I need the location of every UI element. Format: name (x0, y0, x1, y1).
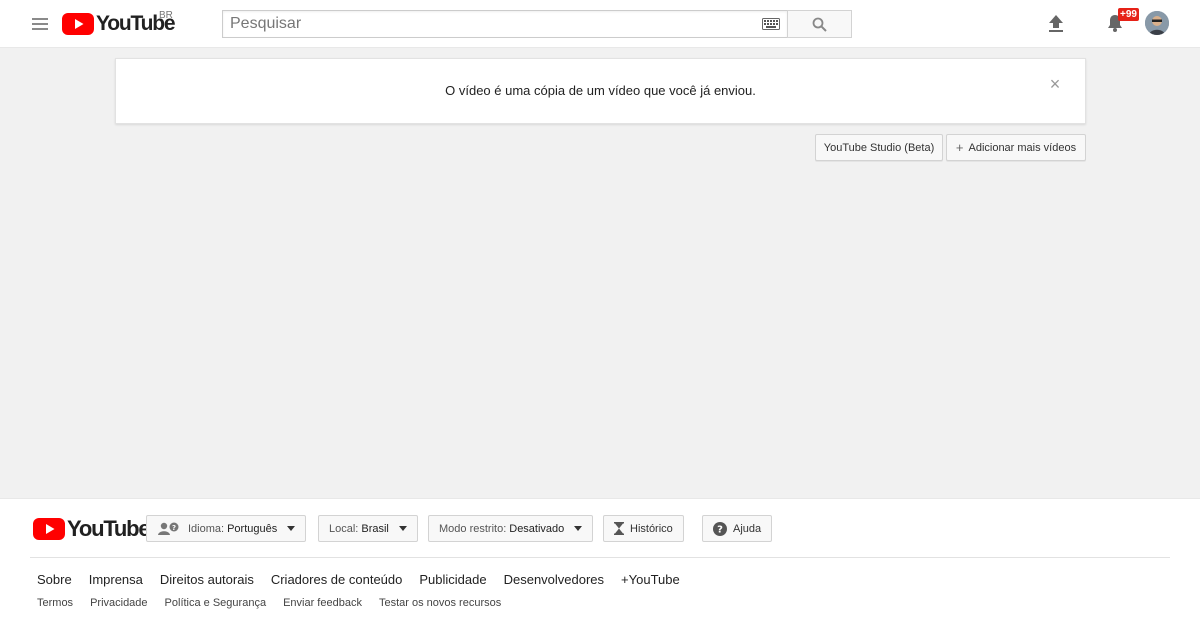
footer-link-copyright[interactable]: Direitos autorais (160, 572, 254, 587)
svg-text:?: ? (717, 524, 723, 535)
footer-link-test-features[interactable]: Testar os novos recursos (379, 597, 501, 609)
footer-link-send-feedback[interactable]: Enviar feedback (283, 597, 362, 609)
search-input[interactable] (223, 11, 753, 37)
footer-link-terms[interactable]: Termos (37, 597, 73, 609)
footer-link-about[interactable]: Sobre (37, 572, 72, 587)
language-icon: ? (158, 522, 179, 535)
alert-message: O vídeo é uma cópia de um vídeo que você… (445, 83, 756, 98)
masthead: YouTube BR +99 (0, 0, 1200, 48)
footer: YouTube ? Idioma: Português Local: Brasi… (0, 498, 1200, 638)
location-label: Local: (329, 522, 359, 535)
hourglass-icon (614, 522, 624, 535)
footer-link-developers[interactable]: Desenvolvedores (504, 572, 604, 587)
footer-link-creators[interactable]: Criadores de conteúdo (271, 572, 403, 587)
footer-primary-links: Sobre Imprensa Direitos autorais Criador… (37, 572, 697, 587)
location-picker-button[interactable]: Local: Brasil (318, 515, 418, 542)
upload-icon (1049, 15, 1063, 32)
footer-link-privacy[interactable]: Privacidade (90, 597, 147, 609)
avatar[interactable] (1145, 11, 1169, 35)
youtube-logo[interactable]: YouTube BR (62, 10, 176, 36)
close-icon[interactable]: × (1048, 75, 1062, 93)
plus-icon: + (955, 140, 964, 155)
caret-down-icon (398, 526, 407, 531)
language-label: Idioma: (188, 522, 225, 535)
add-more-videos-button[interactable]: + Adicionar mais vídeos (946, 134, 1086, 161)
footer-secondary-links: Termos Privacidade Política e Segurança … (37, 597, 518, 609)
location-value: Brasil (361, 522, 389, 535)
duplicate-video-alert: O vídeo é uma cópia de um vídeo que você… (115, 58, 1086, 124)
language-value: Português (227, 522, 278, 535)
help-label: Ajuda (733, 522, 762, 535)
guide-menu-button[interactable] (28, 12, 52, 36)
country-code: BR (159, 10, 173, 21)
search-box (222, 10, 788, 38)
footer-link-plus-youtube[interactable]: +YouTube (621, 572, 680, 587)
search-button[interactable] (787, 10, 852, 38)
footer-link-press[interactable]: Imprensa (89, 572, 143, 587)
language-picker-button[interactable]: ? Idioma: Português (146, 515, 307, 542)
footer-divider (30, 557, 1170, 558)
history-label: Histórico (630, 522, 673, 535)
avatar-image (1145, 11, 1169, 35)
history-button[interactable]: Histórico (603, 515, 684, 542)
footer-youtube-logo[interactable]: YouTube (33, 516, 151, 541)
upload-button[interactable] (1045, 12, 1067, 34)
youtube-play-icon (33, 518, 65, 540)
restricted-mode-button[interactable]: Modo restrito: Desativado (428, 515, 594, 542)
youtube-studio-button[interactable]: YouTube Studio (Beta) (815, 134, 943, 161)
restricted-mode-value: Desativado (509, 522, 565, 535)
caret-down-icon (574, 526, 583, 531)
help-button[interactable]: ? Ajuda (702, 515, 773, 542)
youtube-play-icon (62, 13, 94, 35)
search-icon (812, 17, 827, 32)
keyboard-icon[interactable] (762, 18, 780, 30)
svg-text:?: ? (172, 524, 176, 532)
help-icon: ? (713, 521, 727, 536)
footer-link-advertise[interactable]: Publicidade (419, 572, 486, 587)
footer-link-policy-safety[interactable]: Política e Segurança (165, 597, 267, 609)
footer-logo-wordmark: YouTube (67, 516, 151, 541)
add-more-videos-label: Adicionar mais vídeos (968, 141, 1077, 154)
youtube-studio-label: YouTube Studio (Beta) (823, 141, 935, 154)
caret-down-icon (287, 526, 296, 531)
notification-badge: +99 (1118, 8, 1139, 21)
menu-icon (32, 18, 48, 30)
restricted-mode-label: Modo restrito: (439, 522, 507, 535)
